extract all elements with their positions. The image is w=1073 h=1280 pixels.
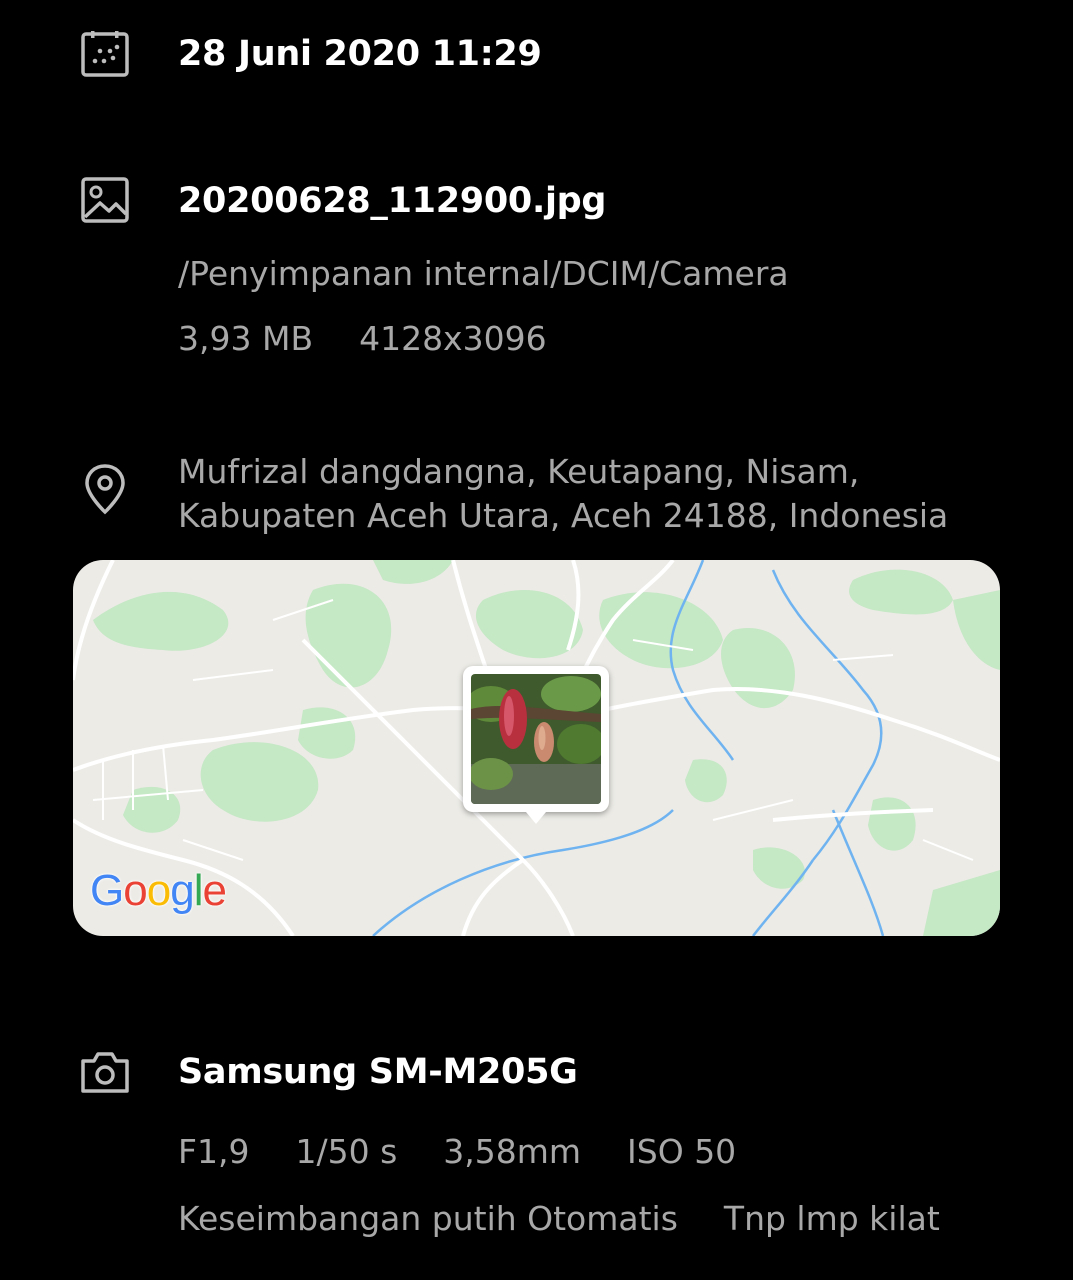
iso-value: ISO 50	[627, 1132, 737, 1171]
camera-exposure-details: F1,9 1/50 s 3,58mm ISO 50	[178, 1132, 782, 1171]
date-time-label: 28 Juni 2020 11:29	[178, 34, 542, 74]
image-icon	[78, 173, 132, 227]
location-pin-icon	[78, 462, 132, 516]
address-line-2: Kabupaten Aceh Utara, Aceh 24188, Indone…	[178, 496, 949, 535]
camera-model: Samsung SM-M205G	[178, 1052, 578, 1092]
calendar-icon	[78, 27, 132, 81]
location-address: Mufrizal dangdangna, Keutapang, Nisam, K…	[178, 450, 1038, 538]
camera-icon	[78, 1045, 132, 1099]
file-path: /Penyimpanan internal/DCIM/Camera	[178, 254, 789, 293]
address-line-1: Mufrizal dangdangna, Keutapang, Nisam,	[178, 452, 860, 491]
google-logo: Google	[90, 866, 227, 915]
flash-value: Tnp lmp kilat	[723, 1199, 940, 1238]
white-balance-value: Keseimbangan putih Otomatis	[178, 1199, 678, 1238]
camera-extra-details: Keseimbangan putih Otomatis Tnp lmp kilat	[178, 1199, 986, 1238]
file-size: 3,93 MB	[178, 319, 314, 358]
file-resolution: 4128x3096	[359, 319, 547, 358]
aperture-value: F1,9	[178, 1132, 250, 1171]
shutter-speed-value: 1/50 s	[295, 1132, 398, 1171]
file-details: 3,93 MB 4128x3096	[178, 319, 593, 358]
photo-thumbnail	[471, 674, 601, 804]
file-name: 20200628_112900.jpg	[178, 181, 607, 221]
photo-location-pin[interactable]	[463, 666, 609, 824]
focal-length-value: 3,58mm	[443, 1132, 582, 1171]
